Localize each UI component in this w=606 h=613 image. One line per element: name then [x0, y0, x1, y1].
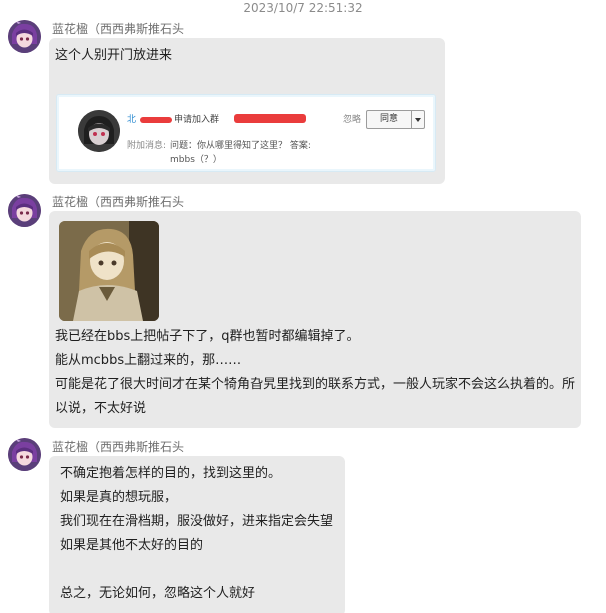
join-request-action: 申请加入群 [174, 115, 220, 125]
message-line: 以说，不太好说 [55, 401, 147, 416]
message-text: 这个人别开门放进来 [55, 48, 173, 63]
message-line: 可能是花了很大时间才在某个犄角旮旯里找到的联系方式，一般人玩家不会这么执着的。所 [55, 377, 576, 392]
sender-name: 蓝花楹（西西弗斯推石头 [52, 440, 185, 454]
message-line: 我已经在bbs上把帖子下了，q群也暂时都编辑掉了。 [55, 329, 360, 344]
anime-avatar-icon[interactable] [8, 194, 41, 227]
join-question: 问题：你从哪里得知了这里？ 答案: [170, 141, 311, 151]
message-line: 不确定抱着怎样的目的，找到这里的。 [60, 466, 282, 481]
message-line: 能从mcbbs上翻过来的，那…… [55, 353, 242, 368]
message-line: 总之，无论如何，忽略这个人就好 [60, 586, 256, 601]
message-bubble: 这个人别开门放进来 北 申请加入群 忽略 同意 附加消息: 问题：你从哪里得知了… [49, 38, 445, 184]
anime-avatar-icon[interactable] [8, 438, 41, 471]
extra-message-label: 附加消息: [127, 141, 167, 151]
message-line: 如果是其他不太好的目的 [60, 538, 204, 553]
anime-avatar-icon[interactable] [8, 20, 41, 53]
requester-avatar-icon[interactable] [78, 110, 120, 152]
sender-name: 蓝花楹（西西弗斯推石头 [52, 195, 185, 209]
message-line: 如果是真的想玩服， [60, 490, 178, 505]
sender-name: 蓝花楹（西西弗斯推石头 [52, 22, 185, 36]
message-bubble: 不确定抱着怎样的目的，找到这里的。 如果是真的想玩服， 我们现在在滑档期，服没做… [49, 456, 345, 613]
chevron-down-icon[interactable] [412, 111, 424, 128]
agree-split-button: 同意 [366, 110, 425, 129]
ignore-button[interactable]: 忽略 [343, 114, 361, 126]
sticker-image[interactable] [59, 221, 159, 321]
agree-button[interactable]: 同意 [367, 111, 412, 128]
message-timestamp: 2023/10/7 22:51:32 [243, 1, 363, 15]
requester-name[interactable]: 北 [127, 114, 136, 126]
join-request-card: 北 申请加入群 忽略 同意 附加消息: 问题：你从哪里得知了这里？ 答案: mb… [56, 94, 436, 172]
message-bubble: 我已经在bbs上把帖子下了，q群也暂时都编辑掉了。 能从mcbbs上翻过来的，那… [49, 211, 581, 428]
redaction-mark [140, 117, 172, 123]
message-line: 我们现在在滑档期，服没做好，进来指定会失望 [60, 514, 334, 529]
redaction-mark [234, 114, 306, 123]
chat-window: 2023/10/7 22:51:32 蓝花楹（西西弗斯推石头 这个人别开门放进来 [0, 0, 606, 613]
join-answer: mbbs（？） [170, 155, 222, 165]
